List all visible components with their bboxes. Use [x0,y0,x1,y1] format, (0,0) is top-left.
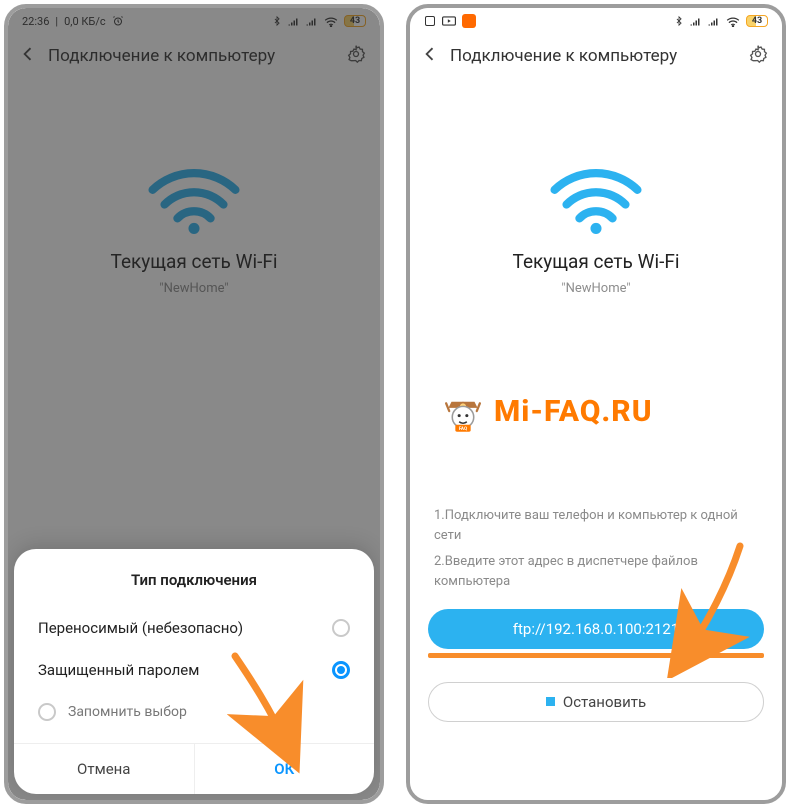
wifi-title: Текущая сеть Wi-Fi [513,250,680,273]
stop-button[interactable]: Остановить [428,682,764,722]
remember-label: Запомнить выбор [68,704,187,720]
app-header: Подключение к компьютеру [410,34,782,78]
watermark-logo: FAQ Mi-FAQ.RU [440,388,653,434]
remember-choice[interactable]: Запомнить выбор [14,691,374,733]
ftp-address[interactable]: ftp://192.168.0.100:2121 [428,609,764,649]
page-title: Подключение к компьютеру [450,46,738,66]
cancel-button[interactable]: Отмена [14,744,194,794]
highlight-underline [428,653,764,658]
phone-left: 22:36 | 0,0 КБ/с [4,4,384,804]
signal-icon-2 [708,16,720,26]
watermark-text: Mi-FAQ.RU [494,394,653,429]
instruction-2: 2.Введите этот адрес в диспетчере файлов… [434,552,758,592]
dialog-title: Тип подключения [14,571,374,589]
option-secure[interactable]: Защищенный паролем [14,649,374,691]
wifi-icon [726,16,740,27]
media-icon [442,16,456,26]
option-portable-label: Переносимый (небезопасно) [38,619,243,637]
connection-type-dialog: Тип подключения Переносимый (небезопасно… [14,549,374,794]
orange-app-icon [462,14,476,28]
svg-text:FAQ: FAQ [459,426,467,432]
bluetooth-icon [674,15,684,27]
option-portable[interactable]: Переносимый (небезопасно) [14,607,374,649]
wifi-name: "NewHome" [561,281,630,296]
checkbox-off-icon [38,703,56,721]
radio-off-icon [332,619,350,637]
back-icon[interactable] [420,44,440,68]
instructions: 1.Подключите ваш телефон и компьютер к о… [410,506,782,593]
wifi-large-icon [550,164,642,234]
status-bar: 43 [410,8,782,34]
gear-icon[interactable] [748,44,768,68]
mascot-icon: FAQ [440,388,486,434]
wifi-info: Текущая сеть Wi-Fi "NewHome" [410,164,782,296]
app-icon [424,15,436,27]
battery-indicator: 43 [746,15,768,27]
radio-on-icon [332,661,350,679]
stop-icon [546,697,555,706]
stop-label: Остановить [563,693,646,711]
signal-icon [690,16,702,26]
instruction-1: 1.Подключите ваш телефон и компьютер к о… [434,506,758,546]
ok-button[interactable]: ОК [194,744,375,794]
option-secure-label: Защищенный паролем [38,661,199,679]
